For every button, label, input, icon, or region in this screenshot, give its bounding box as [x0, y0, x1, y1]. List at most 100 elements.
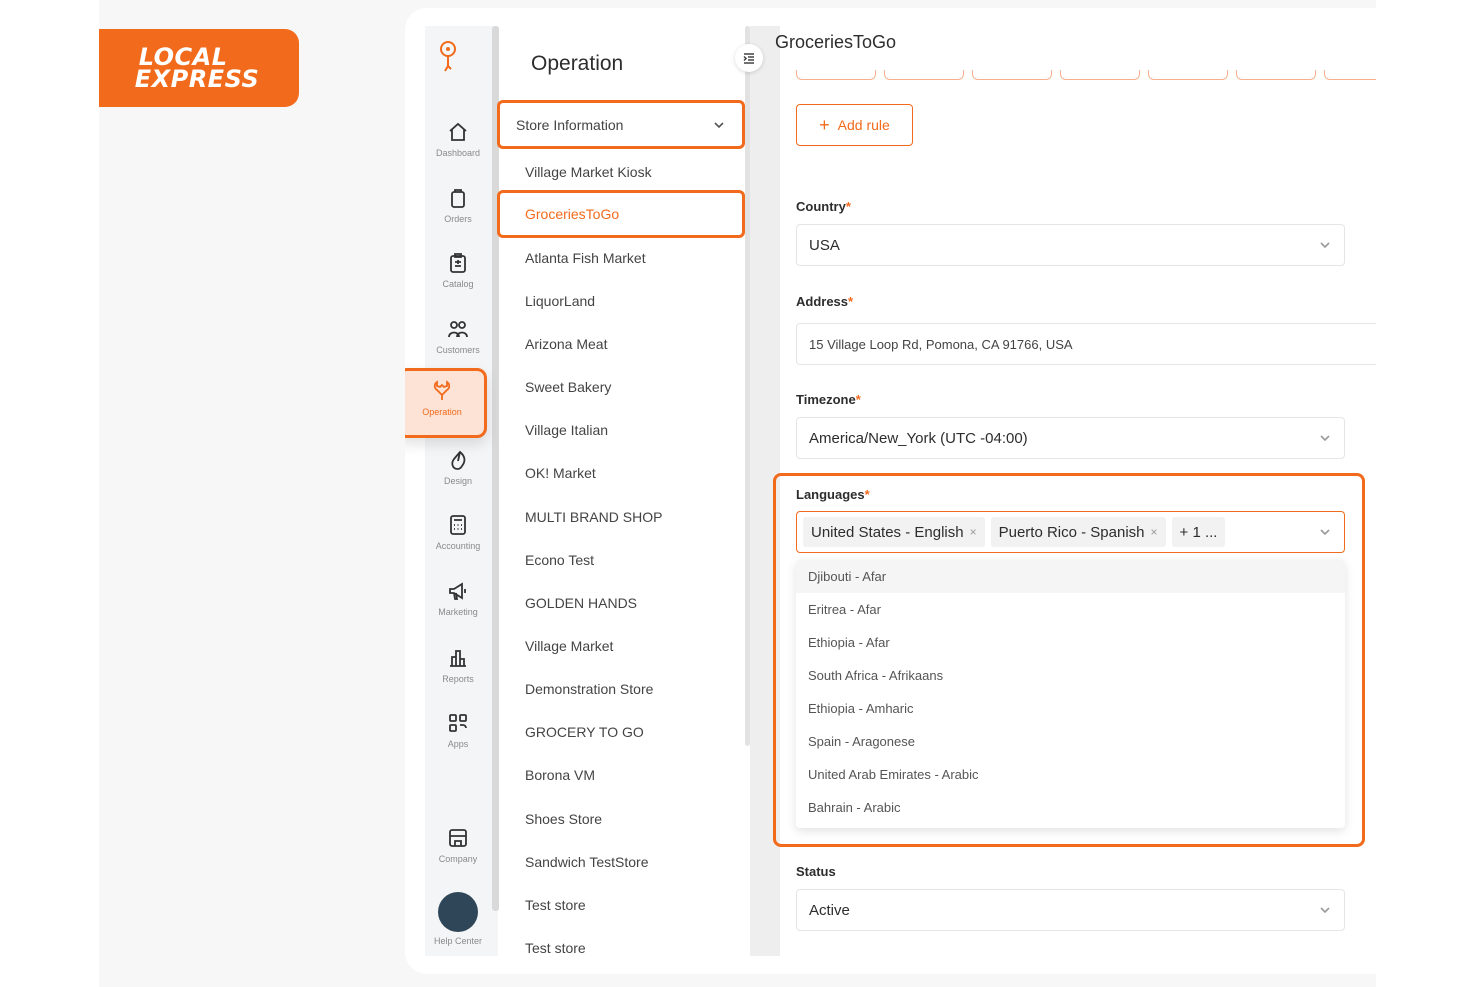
language-option[interactable]: United Arab Emirates - Arabic	[796, 758, 1345, 791]
rail-item-help-center[interactable]: ? Help Center	[425, 892, 491, 948]
wrench-icon	[433, 380, 451, 400]
language-option[interactable]: South Africa - Afrikaans	[796, 659, 1345, 692]
design-icon	[451, 450, 466, 470]
store-item[interactable]: GOLDEN HANDS	[497, 581, 745, 624]
language-tag: United States - English ×	[803, 517, 985, 547]
section-select[interactable]: Store Information	[497, 100, 745, 149]
rail-item-label: Reports	[442, 674, 474, 684]
rule-tab[interactable]	[1148, 70, 1228, 80]
panel-title: Operation	[531, 52, 624, 75]
language-option[interactable]: Bahrain - Arabic	[796, 791, 1345, 824]
rail-item-apps[interactable]: Apps	[425, 711, 491, 767]
rail-item-label: Dashboard	[435, 148, 481, 158]
chevron-down-icon	[1320, 907, 1330, 914]
country-select[interactable]: USA	[796, 224, 1345, 266]
page-title: GroceriesToGo	[775, 32, 897, 52]
store-item[interactable]: Village Market	[497, 624, 745, 667]
languages-dropdown: Djibouti - Afar Eritrea - Afar Ethiopia - …	[796, 560, 1345, 828]
collapse-menu-icon	[743, 53, 754, 64]
store-item[interactable]: Arizona Meat	[497, 322, 745, 365]
store-item[interactable]: Atlanta Fish Market	[497, 236, 745, 279]
rule-tabs	[796, 70, 1376, 80]
rail-item-reports[interactable]: Reports	[425, 646, 491, 702]
rule-tab[interactable]	[972, 70, 1052, 80]
store-item[interactable]: Sandwich TestStore	[497, 840, 745, 883]
address-label: Address*	[796, 294, 854, 309]
store-item[interactable]: Demonstration Store	[497, 668, 745, 711]
store-item[interactable]: GroceriesToGo	[497, 190, 745, 239]
store-item[interactable]: Borona VM	[497, 754, 745, 797]
rail-item-orders[interactable]: Orders	[425, 186, 491, 242]
rule-tab[interactable]	[796, 70, 876, 80]
rule-tab[interactable]	[1236, 70, 1316, 80]
language-option[interactable]: Spain - Aragonese	[796, 725, 1345, 758]
rail-item-customers[interactable]: Customers	[425, 317, 491, 373]
store-item[interactable]: MULTI BRAND SHOP	[497, 495, 745, 538]
rail-item-dashboard[interactable]: Dashboard	[425, 120, 491, 176]
language-option[interactable]: Eritrea - Afar	[796, 593, 1345, 626]
rail-item-label: Orders	[444, 214, 472, 224]
rail-item-label: Design	[443, 476, 472, 486]
add-rule-button[interactable]: + Add rule	[796, 104, 913, 146]
rail-item-accounting[interactable]: Accounting	[425, 513, 491, 569]
chevron-down-icon	[714, 121, 724, 128]
language-option[interactable]: Ethiopia - Amharic	[796, 692, 1345, 725]
remove-tag-icon[interactable]: ×	[970, 525, 977, 539]
rail-item-operation[interactable]: Operation	[405, 368, 487, 438]
store-item[interactable]: Village Italian	[497, 409, 745, 452]
store-item[interactable]: Shoes Store	[497, 797, 745, 840]
rail-item-design[interactable]: Design	[425, 448, 491, 504]
store-item[interactable]: OK! Market	[497, 452, 745, 495]
store-item[interactable]: Sweet Bakery	[497, 366, 745, 409]
megaphone-icon	[449, 582, 466, 600]
screen: LOCAL EXPRESS Dashboard Orders Catalog C…	[0, 0, 1480, 987]
chart-icon	[450, 650, 466, 667]
country-label: Country*	[796, 199, 851, 214]
store-item[interactable]: GROCERY TO GO	[497, 711, 745, 754]
rule-tab[interactable]	[1324, 70, 1376, 80]
rail-item-label: Accounting	[435, 541, 481, 551]
remove-tag-icon[interactable]: ×	[1151, 525, 1158, 539]
app-logo-icon	[440, 41, 456, 72]
store-item[interactable]: Village Market Kiosk	[497, 150, 745, 193]
status-value: Active	[809, 901, 850, 919]
home-icon	[449, 122, 467, 141]
address-value: 15 Village Loop Rd, Pomona, CA 91766, US…	[809, 336, 1073, 352]
store-item[interactable]: Test store	[497, 883, 745, 926]
timezone-select[interactable]: America/New_York (UTC -04:00)	[796, 417, 1345, 459]
rule-tab[interactable]	[1060, 70, 1140, 80]
bag-icon	[451, 189, 465, 208]
store-item[interactable]: LiquorLand	[497, 279, 745, 322]
language-option[interactable]: Ethiopia - Afar	[796, 626, 1345, 659]
rail-item-label: Apps	[447, 739, 469, 749]
rail-item-catalog[interactable]: Catalog	[425, 251, 491, 307]
status-label: Status	[796, 864, 836, 879]
rail-item-label: Operation	[422, 407, 462, 417]
rail-item-company[interactable]: Company	[425, 826, 491, 882]
store-item[interactable]: Econo Test	[497, 538, 745, 581]
languages-multiselect[interactable]: United States - English × Puerto Rico - …	[796, 511, 1345, 553]
app-window: Dashboard Orders Catalog Customers Opera…	[405, 8, 1376, 974]
section-select-value: Store Information	[516, 116, 624, 133]
rail-item-label: Company	[438, 854, 478, 864]
rail-item-marketing[interactable]: Marketing	[425, 579, 491, 635]
collapse-panel-button[interactable]	[735, 44, 763, 72]
brand-logo: LOCAL EXPRESS	[99, 29, 299, 107]
apps-icon	[449, 714, 467, 732]
help-icon: ?	[438, 892, 478, 932]
language-option[interactable]: Djibouti - Afar	[796, 560, 1345, 593]
plus-icon: +	[819, 115, 830, 135]
clipboard-icon	[450, 253, 466, 273]
chevron-down-icon	[1320, 435, 1330, 442]
language-tag: Puerto Rico - Spanish ×	[990, 517, 1166, 547]
timezone-value: America/New_York (UTC -04:00)	[809, 429, 1028, 447]
rule-tab[interactable]	[884, 70, 964, 80]
address-field[interactable]: 15 Village Loop Rd, Pomona, CA 91766, US…	[796, 323, 1376, 365]
more-languages-tag[interactable]: + 1 ...	[1171, 517, 1226, 547]
status-select[interactable]: Active	[796, 889, 1345, 931]
rail-item-label: Catalog	[442, 279, 474, 289]
add-rule-label: Add rule	[837, 117, 890, 133]
rail-item-label: Marketing	[438, 607, 478, 617]
store-item[interactable]: Test store	[497, 926, 745, 969]
left-gutter	[0, 0, 99, 987]
